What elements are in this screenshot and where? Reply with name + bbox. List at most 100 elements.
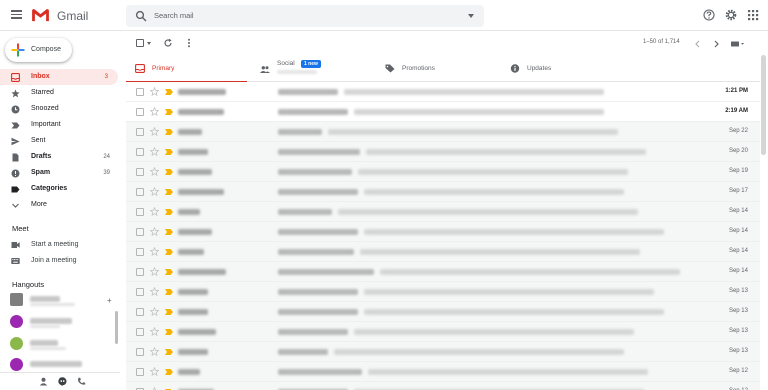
row-checkbox[interactable]: [136, 228, 144, 236]
email-row[interactable]: Sep 19: [126, 162, 760, 182]
star-outline-icon[interactable]: [150, 307, 159, 316]
mail-list-scrollbar[interactable]: [761, 55, 766, 155]
search-input[interactable]: Search mail: [154, 11, 194, 20]
main-menu-icon[interactable]: [11, 10, 22, 19]
person-icon[interactable]: [39, 377, 48, 386]
importance-marker-icon[interactable]: [165, 189, 173, 195]
star-outline-icon[interactable]: [150, 187, 159, 196]
star-outline-icon[interactable]: [150, 347, 159, 356]
row-checkbox[interactable]: [136, 248, 144, 256]
star-outline-icon[interactable]: [150, 207, 159, 216]
email-row[interactable]: Sep 13: [126, 342, 760, 362]
star-outline-icon[interactable]: [150, 147, 159, 156]
email-row[interactable]: Sep 14: [126, 242, 760, 262]
star-outline-icon[interactable]: [150, 287, 159, 296]
row-checkbox[interactable]: [136, 308, 144, 316]
gmail-logo-icon[interactable]: [31, 8, 50, 22]
email-row[interactable]: Sep 12: [126, 382, 760, 390]
row-checkbox[interactable]: [136, 348, 144, 356]
row-checkbox[interactable]: [136, 148, 144, 156]
sidebar-item-more[interactable]: More: [0, 197, 120, 213]
star-outline-icon[interactable]: [150, 127, 159, 136]
email-row[interactable]: Sep 14: [126, 262, 760, 282]
email-row[interactable]: Sep 14: [126, 202, 760, 222]
star-outline-icon[interactable]: [150, 87, 159, 96]
importance-marker-icon[interactable]: [165, 329, 173, 335]
hangouts-contact[interactable]: [10, 337, 118, 351]
tab-primary[interactable]: Primary: [126, 55, 247, 83]
email-row[interactable]: Sep 20: [126, 142, 760, 162]
hangouts-contact[interactable]: [10, 315, 118, 329]
importance-marker-icon[interactable]: [165, 129, 173, 135]
sidebar-item-drafts[interactable]: Drafts 24: [0, 149, 120, 165]
email-row[interactable]: Sep 22: [126, 122, 760, 142]
sidebar-item-spam[interactable]: Spam 39: [0, 165, 120, 181]
importance-marker-icon[interactable]: [165, 349, 173, 355]
importance-marker-icon[interactable]: [165, 149, 173, 155]
hangouts-chat-icon[interactable]: [58, 377, 67, 386]
row-checkbox[interactable]: [136, 128, 144, 136]
star-outline-icon[interactable]: [150, 167, 159, 176]
tab-social[interactable]: Social 1 new: [251, 55, 372, 82]
row-checkbox[interactable]: [136, 108, 144, 116]
sidebar-scrollbar[interactable]: [115, 311, 118, 344]
row-checkbox[interactable]: [136, 88, 144, 96]
add-contact-icon[interactable]: +: [107, 296, 112, 305]
email-row[interactable]: Sep 14: [126, 222, 760, 242]
row-checkbox[interactable]: [136, 368, 144, 376]
star-outline-icon[interactable]: [150, 327, 159, 336]
importance-marker-icon[interactable]: [165, 249, 173, 255]
apps-grid-icon[interactable]: [747, 9, 759, 21]
phone-icon[interactable]: [77, 377, 86, 386]
row-checkbox[interactable]: [136, 288, 144, 296]
start-meeting-link[interactable]: Start a meeting: [0, 238, 118, 252]
select-menu-caret-icon[interactable]: [147, 42, 151, 45]
settings-gear-icon[interactable]: [725, 9, 737, 21]
importance-marker-icon[interactable]: [165, 89, 173, 95]
search-icon[interactable]: [135, 10, 147, 22]
tab-promotions[interactable]: Promotions: [376, 55, 497, 82]
sidebar-item-important[interactable]: Important: [0, 117, 120, 133]
star-outline-icon[interactable]: [150, 227, 159, 236]
row-checkbox[interactable]: [136, 188, 144, 196]
star-outline-icon[interactable]: [150, 267, 159, 276]
row-checkbox[interactable]: [136, 268, 144, 276]
importance-marker-icon[interactable]: [165, 289, 173, 295]
email-row[interactable]: Sep 13: [126, 322, 760, 342]
more-vert-icon[interactable]: [184, 38, 194, 48]
importance-marker-icon[interactable]: [165, 229, 173, 235]
importance-marker-icon[interactable]: [165, 169, 173, 175]
search-bar[interactable]: Search mail: [126, 5, 484, 27]
importance-marker-icon[interactable]: [165, 309, 173, 315]
hangouts-contact[interactable]: [10, 293, 118, 307]
star-outline-icon[interactable]: [150, 107, 159, 116]
email-row[interactable]: 1:21 PM: [126, 82, 760, 102]
sidebar-item-inbox[interactable]: Inbox 3: [0, 69, 118, 85]
importance-marker-icon[interactable]: [165, 369, 173, 375]
help-icon[interactable]: [703, 9, 715, 21]
search-options-icon[interactable]: [468, 14, 474, 18]
sidebar-item-sent[interactable]: Sent: [0, 133, 120, 149]
importance-marker-icon[interactable]: [165, 109, 173, 115]
sidebar-item-categories[interactable]: Categories: [0, 181, 120, 197]
select-all-checkbox[interactable]: [136, 39, 144, 47]
compose-button[interactable]: Compose: [5, 38, 72, 62]
sidebar-item-starred[interactable]: Starred: [0, 85, 120, 101]
sidebar-item-snoozed[interactable]: Snoozed: [0, 101, 120, 117]
email-row[interactable]: Sep 13: [126, 302, 760, 322]
email-row[interactable]: Sep 12: [126, 362, 760, 382]
input-tools-icon[interactable]: [731, 41, 745, 47]
hangouts-contact[interactable]: [10, 358, 118, 372]
tab-updates[interactable]: Updates: [501, 55, 622, 82]
importance-marker-icon[interactable]: [165, 269, 173, 275]
email-row[interactable]: Sep 13: [126, 282, 760, 302]
chevron-right-icon[interactable]: [711, 39, 721, 49]
email-row[interactable]: Sep 17: [126, 182, 760, 202]
star-outline-icon[interactable]: [150, 247, 159, 256]
email-row[interactable]: 2:19 AM: [126, 102, 760, 122]
chevron-left-icon[interactable]: [693, 39, 703, 49]
row-checkbox[interactable]: [136, 168, 144, 176]
join-meeting-link[interactable]: Join a meeting: [0, 254, 118, 268]
star-outline-icon[interactable]: [150, 367, 159, 376]
refresh-icon[interactable]: [163, 38, 173, 48]
